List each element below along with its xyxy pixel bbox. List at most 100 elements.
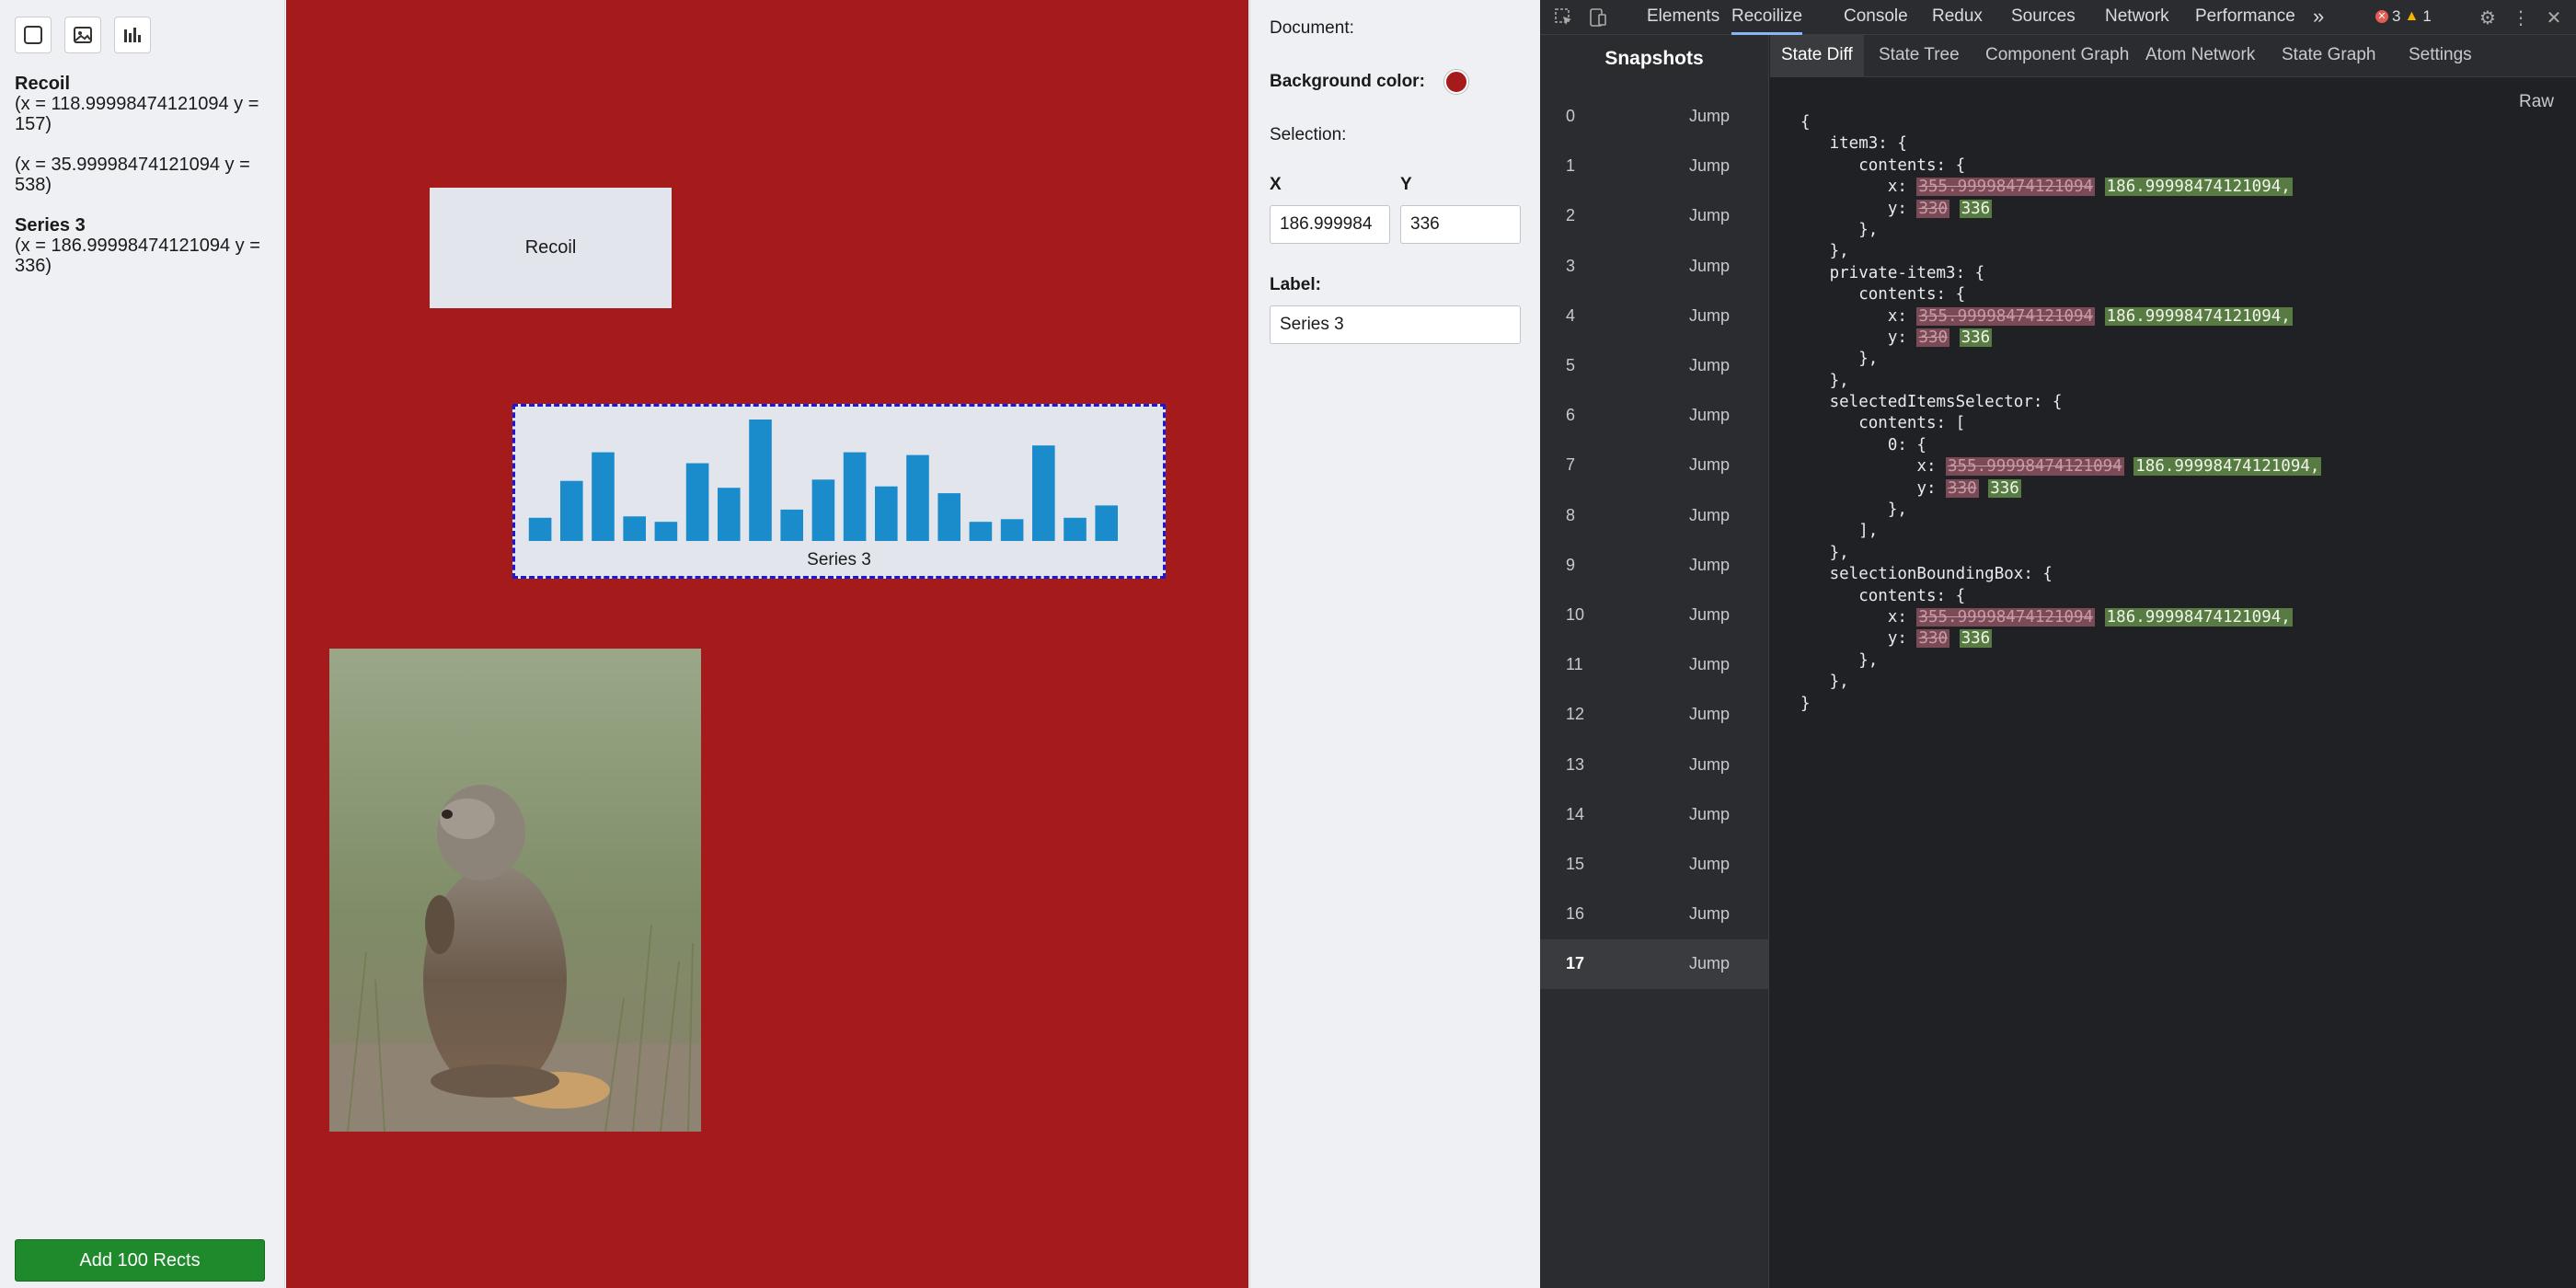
jump-button[interactable]: Jump [1689,156,1730,176]
jump-button[interactable]: Jump [1689,855,1730,874]
snapshot-row[interactable]: 8 Jump [1540,491,1769,541]
jump-button[interactable]: Jump [1689,605,1730,625]
snapshot-index: 0 [1566,107,1576,125]
snapshot-row[interactable]: 14 Jump [1540,790,1769,840]
tab-component-graph[interactable]: Component Graph [1974,35,2140,77]
list-item[interactable]: Recoil (x = 118.99998474121094 y = 157) [15,74,277,134]
tab-atom-network[interactable]: Atom Network [2134,35,2266,77]
snapshot-row[interactable]: 5 Jump [1540,341,1769,391]
jump-button[interactable]: Jump [1689,356,1730,375]
jump-button[interactable]: Jump [1689,805,1730,824]
diff-removed-value: 355.99998474121094 [1916,306,2096,326]
jump-button[interactable]: Jump [1689,705,1730,724]
canvas-chart-item[interactable]: Series 3 [512,404,1166,579]
snapshot-row[interactable]: 1 Jump [1540,142,1769,191]
devtools-tab-network[interactable]: Network [2105,0,2169,35]
diff-added-value: 186.99998474121094, [2104,607,2293,627]
list-item[interactable]: Series 3 (x = 186.99998474121094 y = 336… [15,215,277,276]
snapshot-row[interactable]: 12 Jump [1540,690,1769,740]
raw-toggle[interactable]: Raw [2519,92,2554,112]
snapshot-row[interactable]: 0 Jump [1540,92,1769,142]
diff-added-value: 186.99998474121094, [2133,457,2322,477]
snapshot-row[interactable]: 3 Jump [1540,242,1769,292]
diff-line: }, [1858,650,1879,670]
devtools-tab-console[interactable]: Console [1844,0,1908,35]
snapshot-row[interactable]: 17 Jump [1540,939,1769,990]
item-coords: (x = 186.99998474121094 y = 336) [15,236,260,276]
chart-bar [528,517,552,541]
jump-button[interactable]: Jump [1689,954,1730,973]
settings-gear-icon[interactable]: ⚙ [2475,5,2501,30]
more-options-icon[interactable]: ⋮ [2508,5,2534,30]
snapshots-title: Snapshots [1604,48,1704,69]
devtools-tab-sources[interactable]: Sources [2011,0,2076,35]
tab-settings[interactable]: Settings [2398,35,2483,77]
snapshot-row[interactable]: 2 Jump [1540,191,1769,241]
diff-added-value: 186.99998474121094, [2104,178,2293,197]
tab-state-tree[interactable]: State Tree [1868,35,1971,77]
tab-state-diff[interactable]: State Diff [1770,35,1864,77]
chart-bar [623,516,646,541]
canvas[interactable]: Recoil Series 3 [286,0,1248,1288]
x-field[interactable] [1270,205,1390,244]
snapshot-index: 17 [1566,954,1585,973]
snapshot-row[interactable]: 15 Jump [1540,840,1769,890]
more-tabs-button[interactable]: » [2313,0,2324,35]
add-100-rects-button[interactable]: Add 100 Rects [15,1239,265,1282]
diff-line: selectedItemsSelector: { [1829,393,2063,412]
chart-bar [1000,519,1024,541]
jump-button[interactable]: Jump [1689,306,1730,326]
device-toolbar-icon[interactable] [1584,5,1610,30]
inspect-element-icon[interactable] [1551,5,1577,30]
snapshot-row[interactable]: 10 Jump [1540,591,1769,640]
diff-added-value: 336 [1959,199,1993,218]
chart-bar [843,452,867,541]
add-image-button[interactable] [64,17,101,53]
jump-button[interactable]: Jump [1689,257,1730,276]
snapshot-row[interactable]: 7 Jump [1540,441,1769,490]
chart-bar [560,480,583,541]
chart-bar [1064,517,1087,541]
snapshot-index: 8 [1566,505,1576,524]
snapshot-row[interactable]: 6 Jump [1540,391,1769,441]
jump-button[interactable]: Jump [1689,655,1730,674]
canvas-rectangle-item[interactable]: Recoil [430,188,672,308]
console-counts[interactable]: ✕ 3 ▲ 1 [2375,7,2432,26]
diff-line: x: 355.99998474121094 186.99998474121094… [1916,457,2322,477]
list-item[interactable]: (x = 35.99998474121094 y = 538) [15,155,277,195]
diff-line: y: 330 336 [1887,199,1993,218]
jump-button[interactable]: Jump [1689,556,1730,575]
diff-line: selectionBoundingBox: { [1829,565,2053,584]
devtools-tab-performance[interactable]: Performance [2195,0,2295,35]
y-field[interactable] [1400,205,1521,244]
jump-button[interactable]: Jump [1689,406,1730,425]
snapshot-row[interactable]: 9 Jump [1540,541,1769,591]
devtools-tab-elements[interactable]: Elements [1647,0,1719,35]
canvas-image-item[interactable] [329,649,701,1132]
tab-state-graph[interactable]: State Graph [2271,35,2386,77]
devtools-tab-recoilize[interactable]: Recoilize [1731,0,1803,35]
close-devtools-icon[interactable]: ✕ [2541,5,2567,30]
background-color-swatch[interactable] [1444,70,1468,94]
snapshot-row[interactable]: 11 Jump [1540,640,1769,690]
jump-button[interactable]: Jump [1689,206,1730,225]
add-rectangle-button[interactable] [15,17,52,53]
warning-icon: ▲ [2404,8,2420,24]
label-field[interactable] [1270,305,1521,344]
diff-removed-value: 355.99998474121094 [1916,178,2096,197]
snapshot-row[interactable]: 16 Jump [1540,890,1769,939]
chart-bar [592,452,615,541]
diff-line: y: 330 336 [1887,328,1993,347]
diff-line: }, [1829,242,1849,261]
jump-button[interactable]: Jump [1689,107,1730,126]
snapshot-index: 12 [1566,705,1585,724]
jump-button[interactable]: Jump [1689,455,1730,475]
jump-button[interactable]: Jump [1689,506,1730,525]
snapshot-row[interactable]: 13 Jump [1540,741,1769,790]
add-chart-button[interactable] [114,17,151,53]
devtools-tab-redux[interactable]: Redux [1932,0,1983,35]
jump-button[interactable]: Jump [1689,755,1730,775]
jump-button[interactable]: Jump [1689,904,1730,924]
snapshot-row[interactable]: 4 Jump [1540,292,1769,341]
item-coords: (x = 35.99998474121094 y = 538) [15,155,250,195]
